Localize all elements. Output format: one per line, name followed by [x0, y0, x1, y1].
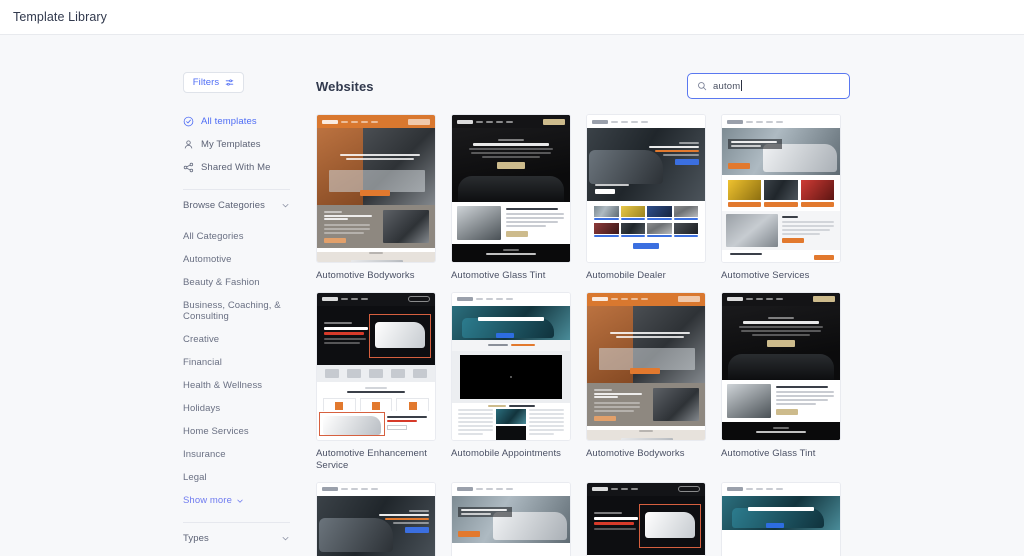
- sidebar-item-shared-with-me[interactable]: Shared With Me: [183, 156, 293, 179]
- category-item[interactable]: Beauty & Fashion: [183, 271, 303, 294]
- template-card[interactable]: Automotive Glass Tint: [721, 292, 841, 473]
- browse-categories-label: Browse Categories: [183, 200, 265, 211]
- template-thumbnail[interactable]: [451, 292, 571, 441]
- template-card[interactable]: Automotive Enhancement Service: [316, 292, 436, 473]
- page-title: Template Library: [13, 10, 107, 24]
- template-thumbnail[interactable]: [586, 114, 706, 263]
- chevron-down-icon: [236, 497, 244, 505]
- search-input[interactable]: autom: [687, 73, 850, 99]
- category-item[interactable]: Automotive: [183, 248, 303, 271]
- template-card-label: Automobile Appointments: [451, 448, 571, 461]
- category-item[interactable]: Creative: [183, 328, 303, 351]
- sliders-icon: [225, 78, 234, 87]
- sidebar-item-label: My Templates: [201, 139, 261, 150]
- category-item[interactable]: Insurance: [183, 443, 303, 466]
- category-item[interactable]: Financial: [183, 351, 303, 374]
- template-thumbnail[interactable]: [721, 114, 841, 263]
- template-card[interactable]: [586, 482, 706, 556]
- sidebar-item-label: All templates: [201, 116, 257, 127]
- template-card[interactable]: [721, 482, 841, 556]
- template-card[interactable]: [451, 482, 571, 556]
- template-grid: Automotive Bodyworks: [316, 114, 856, 556]
- category-item[interactable]: All Categories: [183, 225, 303, 248]
- sidebar-item-all-templates[interactable]: All templates: [183, 110, 293, 133]
- template-card-label: Automotive Glass Tint: [721, 448, 841, 461]
- types-label: Types: [183, 533, 209, 544]
- template-card-label: Automotive Bodyworks: [316, 270, 436, 283]
- template-card[interactable]: Automotive Services: [721, 114, 841, 283]
- show-more-categories-link[interactable]: Show more: [183, 489, 303, 512]
- template-thumbnail[interactable]: [586, 292, 706, 441]
- page-body: Filters All templates: [0, 35, 1024, 556]
- text-caret: [741, 80, 742, 91]
- template-card-label: Automotive Bodyworks: [586, 448, 706, 461]
- category-list: All Categories Automotive Beauty & Fashi…: [183, 225, 303, 512]
- template-card[interactable]: Automobile Appointments: [451, 292, 571, 473]
- template-card-label: Automotive Services: [721, 270, 841, 283]
- category-item[interactable]: Business, Coaching, & Consulting: [183, 294, 303, 328]
- category-item[interactable]: Home Services: [183, 420, 303, 443]
- share-network-icon: [183, 162, 194, 173]
- top-bar: Template Library: [0, 0, 1024, 35]
- filters-button[interactable]: Filters: [183, 72, 244, 93]
- template-thumbnail[interactable]: [721, 292, 841, 441]
- browse-categories-header[interactable]: Browse Categories: [183, 192, 290, 218]
- sidebar-divider: [183, 189, 290, 190]
- search-value: autom: [713, 81, 740, 92]
- person-icon: [183, 139, 194, 150]
- sidebar: Filters All templates: [0, 35, 310, 556]
- filters-button-label: Filters: [193, 77, 220, 88]
- main-content: Websites autom: [310, 35, 1024, 556]
- template-card[interactable]: Automobile Dealer: [586, 114, 706, 283]
- template-card[interactable]: Automotive Glass Tint: [451, 114, 571, 283]
- template-thumbnail[interactable]: [316, 482, 436, 556]
- category-item[interactable]: Holidays: [183, 397, 303, 420]
- main-header: Websites autom: [316, 72, 850, 100]
- template-card[interactable]: [316, 482, 436, 556]
- template-card[interactable]: Automotive Bodyworks: [586, 292, 706, 473]
- category-item[interactable]: Legal: [183, 466, 303, 489]
- section-title: Websites: [316, 79, 374, 94]
- template-card-label: Automotive Glass Tint: [451, 270, 571, 283]
- show-more-label: Show more: [183, 495, 232, 506]
- template-thumbnail[interactable]: [721, 482, 841, 556]
- sidebar-item-my-templates[interactable]: My Templates: [183, 133, 293, 156]
- template-card-label: Automobile Dealer: [586, 270, 706, 283]
- sidebar-nav: All templates My Templates Shared Wit: [183, 110, 293, 179]
- template-card[interactable]: Automotive Bodyworks: [316, 114, 436, 283]
- template-thumbnail[interactable]: [586, 482, 706, 556]
- chevron-down-icon: [281, 201, 290, 210]
- template-thumbnail[interactable]: [451, 482, 571, 556]
- template-thumbnail[interactable]: [316, 114, 436, 263]
- template-thumbnail[interactable]: [451, 114, 571, 263]
- template-thumbnail[interactable]: [316, 292, 436, 441]
- template-card-label: Automotive Enhancement Service: [316, 448, 436, 473]
- check-circle-icon: [183, 116, 194, 127]
- category-item[interactable]: Health & Wellness: [183, 374, 303, 397]
- sidebar-item-label: Shared With Me: [201, 162, 271, 173]
- sidebar-divider: [183, 522, 290, 523]
- search-icon: [697, 81, 707, 91]
- chevron-down-icon: [281, 534, 290, 543]
- types-header[interactable]: Types: [183, 525, 290, 551]
